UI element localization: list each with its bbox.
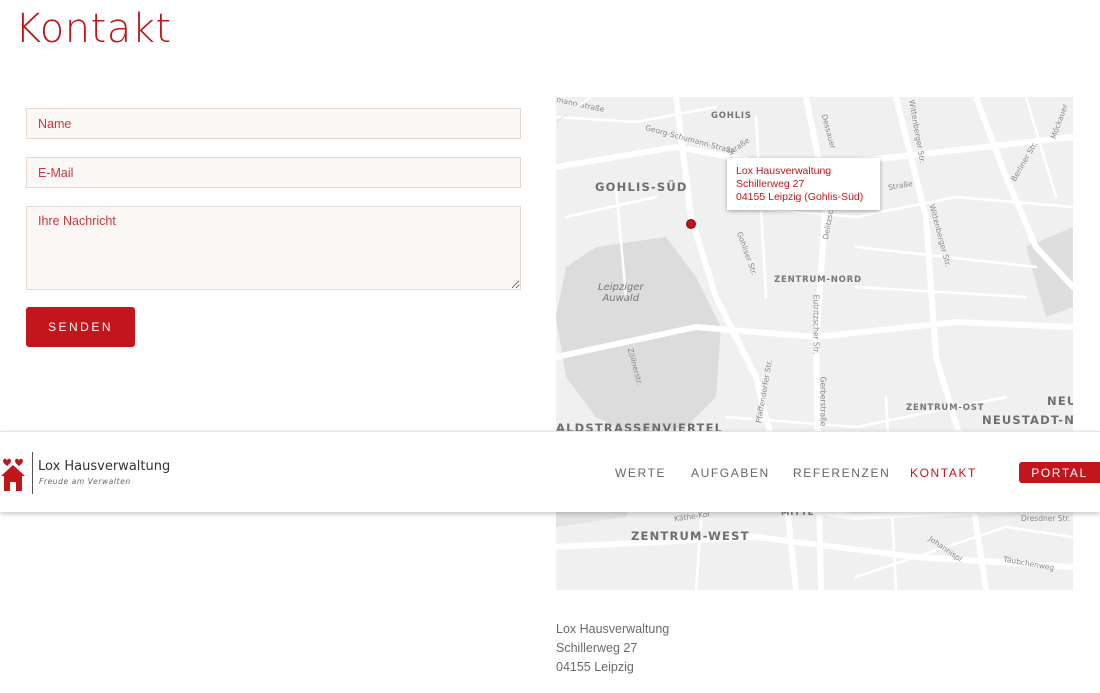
nav-aufgaben[interactable]: AUFGABEN — [691, 466, 770, 480]
page: Kontakt SENDEN — [0, 0, 1100, 693]
logo-name: Lox Hausverwaltung — [38, 459, 171, 474]
message-field[interactable] — [26, 206, 521, 290]
address-line: Lox Hausverwaltung — [556, 622, 670, 636]
house-heart-icon — [1, 458, 25, 491]
map-label-zentrum-ost: ZENTRUM-OST — [906, 403, 985, 413]
page-title: Kontakt — [15, 6, 172, 52]
map-label-gohlis: GOHLIS — [711, 111, 752, 121]
logo-divider — [32, 452, 33, 494]
address-block: Lox Hausverwaltung Schillerweg 27 04155 … — [556, 620, 669, 677]
nav-referenzen[interactable]: REFERENZEN — [793, 466, 890, 480]
send-button[interactable]: SENDEN — [26, 307, 135, 347]
email-field[interactable] — [26, 157, 521, 188]
address-line: 04155 Leipzig — [556, 660, 634, 674]
logo[interactable]: Lox Hausverwaltung Freude am Verwalten — [0, 452, 200, 496]
portal-button[interactable]: PORTAL — [1019, 462, 1100, 483]
address-line: Schillerweg 27 — [556, 641, 638, 655]
map[interactable]: GOHLIS GOHLIS-SÜD ZENTRUM-NORD ZENTRUM-O… — [556, 97, 1073, 590]
street-label: Dresdner Str. — [1021, 514, 1071, 523]
info-window-line: Schillerweg 27 — [736, 178, 805, 190]
info-window-line: Lox Hausverwaltung — [736, 165, 832, 177]
map-marker-icon[interactable] — [687, 220, 695, 228]
map-label-neustadt: NEUSTADT-NE — [982, 413, 1073, 427]
street-label: Gerberstraße — [818, 376, 828, 427]
map-label-gohlis-sued: GOHLIS-SÜD — [595, 180, 688, 194]
map-label-zentrum-west: ZENTRUM-WEST — [631, 529, 750, 543]
name-field[interactable] — [26, 108, 521, 139]
nav-werte[interactable]: WERTE — [615, 466, 666, 480]
info-window-line: 04155 Leipzig (Gohlis-Süd) — [736, 191, 864, 203]
map-info-window[interactable]: Lox Hausverwaltung Schillerweg 27 04155 … — [727, 158, 880, 210]
info-window-tail — [556, 97, 595, 123]
logo-tagline: Freude am Verwalten — [39, 477, 131, 486]
map-label-zentrum-nord: ZENTRUM-NORD — [774, 275, 862, 285]
street-label: Eutritzscher Str. — [811, 294, 821, 355]
map-label-park: Leipziger Auwald — [598, 282, 644, 304]
nav-kontakt[interactable]: KONTAKT — [910, 466, 977, 480]
site-header: Lox Hausverwaltung Freude am Verwalten W… — [0, 431, 1100, 512]
map-label-neu: NEU — [1047, 394, 1073, 408]
